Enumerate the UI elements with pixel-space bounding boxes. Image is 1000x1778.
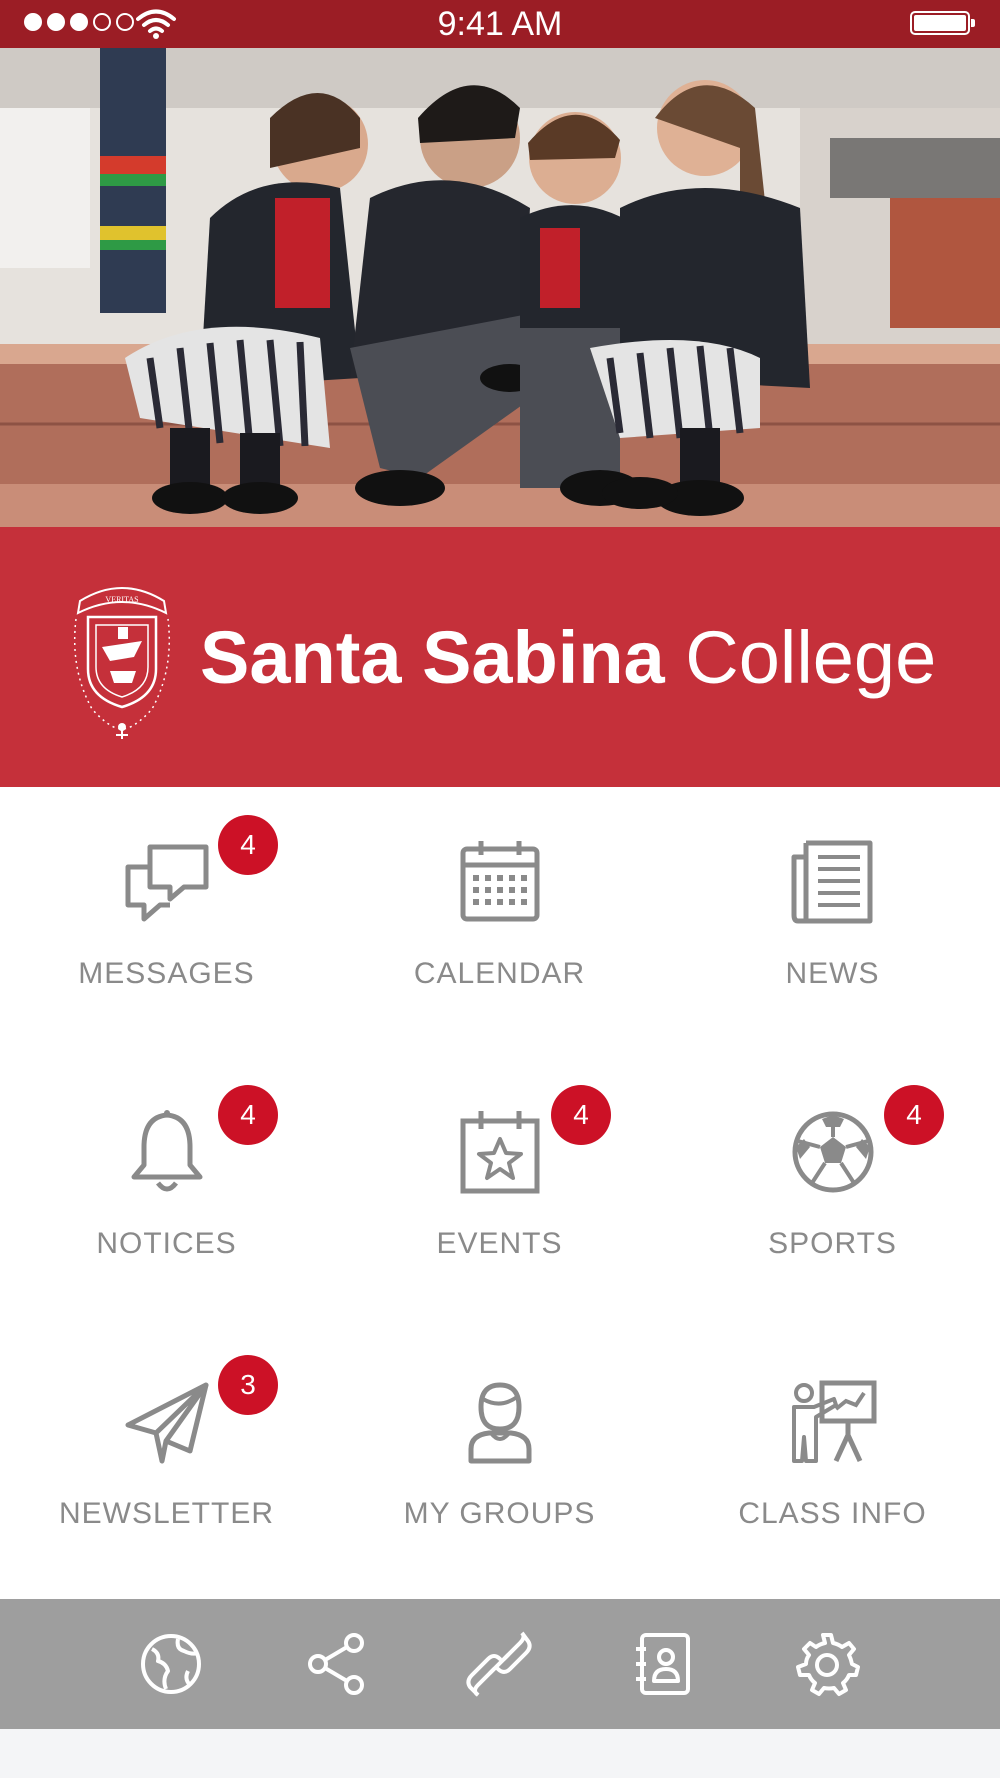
tile-label: MY GROUPS	[403, 1497, 596, 1530]
tile-label: NEWS	[785, 957, 880, 990]
calendar-star-icon	[460, 1111, 539, 1194]
college-name-light: College	[685, 616, 937, 699]
teacher-board-icon	[791, 1380, 876, 1463]
notices-badge: 4	[218, 1085, 278, 1145]
tile-messages[interactable]: 4 MESSAGES	[0, 787, 333, 1057]
status-bar: 9:41 AM	[0, 0, 1000, 48]
settings-gear-icon[interactable]	[794, 1631, 860, 1697]
bell-icon	[131, 1110, 202, 1192]
tile-label: NEWSLETTER	[58, 1497, 275, 1530]
paper-plane-icon	[125, 1382, 208, 1464]
tile-label: SPORTS	[768, 1227, 897, 1260]
status-time: 9:41 AM	[437, 5, 563, 43]
tile-label: MESSAGES	[78, 957, 255, 990]
tile-sports[interactable]: 4 SPORTS	[666, 1057, 999, 1327]
contacts-book-icon[interactable]	[630, 1631, 696, 1697]
calendar-icon	[460, 841, 539, 922]
home-indicator-area	[0, 1729, 1000, 1778]
tile-label: NOTICES	[96, 1227, 237, 1260]
tile-my-groups[interactable]: MY GROUPS	[333, 1327, 666, 1597]
newspaper-icon	[791, 840, 872, 924]
bottom-tab-bar	[0, 1599, 1000, 1729]
college-banner: VERITAS Santa Sabina College	[0, 527, 1000, 787]
tile-news[interactable]: NEWS	[666, 787, 999, 1057]
tile-events[interactable]: 4 EVENTS	[333, 1057, 666, 1327]
tile-label: CLASS INFO	[738, 1497, 927, 1530]
tile-class-info[interactable]: CLASS INFO	[666, 1327, 999, 1597]
messages-badge: 4	[218, 815, 278, 875]
tile-label: EVENTS	[436, 1227, 563, 1260]
battery-icon	[910, 11, 975, 35]
events-badge: 4	[551, 1085, 611, 1145]
tile-newsletter[interactable]: 3 NEWSLETTER	[0, 1327, 333, 1597]
feature-grid: 4 MESSAGES CALENDAR NEWS 4 NOTICES 4 EVE…	[0, 787, 1000, 1599]
tile-label: CALENDAR	[413, 957, 586, 990]
college-name: Santa Sabina College	[200, 615, 936, 700]
link-icon[interactable]	[466, 1631, 532, 1697]
college-crest-logo: VERITAS	[73, 587, 171, 739]
chat-bubbles-icon	[125, 844, 208, 922]
soccer-ball-icon	[792, 1111, 873, 1193]
person-icon	[468, 1382, 531, 1464]
globe-icon[interactable]	[138, 1631, 204, 1697]
hero-photo	[0, 48, 1000, 527]
tile-calendar[interactable]: CALENDAR	[333, 787, 666, 1057]
newsletter-badge: 3	[218, 1355, 278, 1415]
share-icon[interactable]	[304, 1631, 370, 1697]
sports-badge: 4	[884, 1085, 944, 1145]
college-name-bold: Santa Sabina	[200, 616, 665, 699]
tile-notices[interactable]: 4 NOTICES	[0, 1057, 333, 1327]
crest-motto: VERITAS	[105, 595, 138, 604]
